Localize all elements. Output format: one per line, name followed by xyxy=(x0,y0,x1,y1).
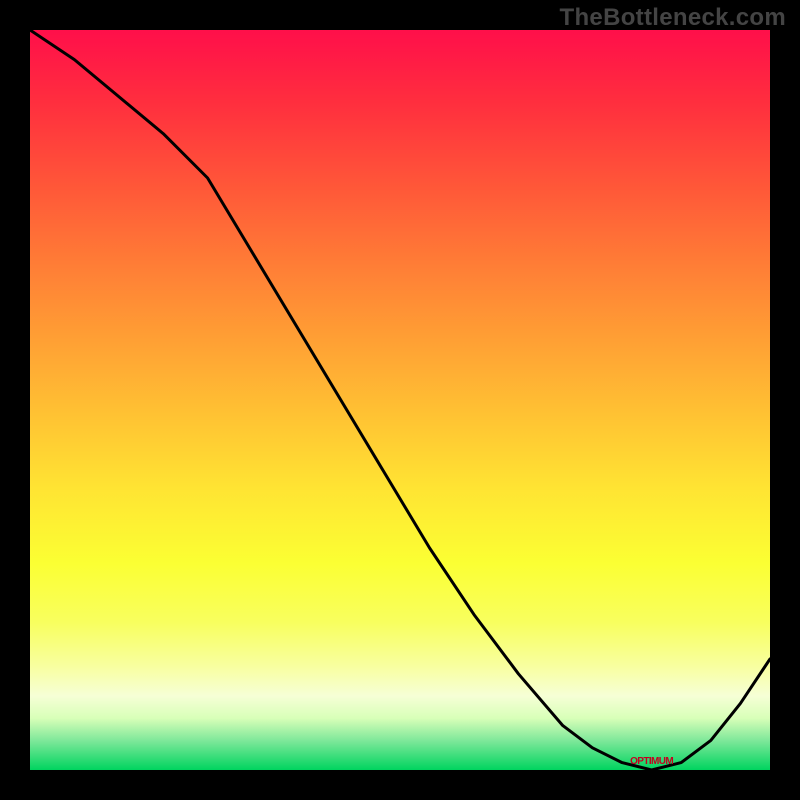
watermark-text: TheBottleneck.com xyxy=(560,4,786,32)
plot-area: OPTIMUM xyxy=(30,30,770,770)
curve-svg xyxy=(30,30,770,770)
chart-frame: TheBottleneck.com OPTIMUM xyxy=(0,0,800,800)
optimum-label: OPTIMUM xyxy=(630,756,673,767)
bottleneck-curve xyxy=(30,30,770,770)
